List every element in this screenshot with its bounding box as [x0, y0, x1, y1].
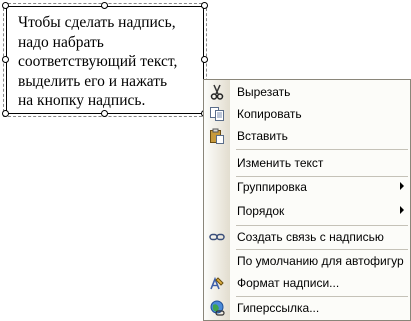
resize-handle-left[interactable]	[2, 56, 9, 63]
text-line: на кнопку надпись.	[18, 92, 146, 109]
link-icon	[209, 229, 225, 245]
resize-handle-top-left[interactable]	[2, 2, 9, 9]
resize-handle-right[interactable]	[201, 56, 208, 63]
menu-item-paste[interactable]: Вставить	[204, 125, 410, 147]
text-line: выделить его и нажать	[18, 72, 168, 90]
context-menu: Вырезать Копировать Вставить Изменить те…	[203, 79, 411, 321]
menu-item-label: Порядок	[237, 204, 285, 218]
menu-separator	[236, 149, 408, 150]
paste-icon	[209, 128, 225, 144]
menu-item-label: Изменить текст	[237, 156, 324, 170]
menu-item-label: Вырезать	[237, 85, 291, 99]
menu-item-label: Создать связь с надписью	[237, 230, 384, 244]
menu-item-label: Формат надписи...	[237, 276, 340, 290]
menu-item-format-textbox[interactable]: Формат надписи...	[204, 272, 410, 294]
text-line: соответствующий текст,	[18, 53, 178, 70]
text-box[interactable]: Чтобы сделать надпись, надо набрать соот…	[3, 3, 207, 117]
menu-item-order[interactable]: Порядок	[204, 200, 410, 222]
hyperlink-icon	[209, 300, 225, 316]
menu-item-label: Копировать	[237, 107, 302, 121]
submenu-arrow-icon	[400, 182, 404, 190]
resize-handle-top[interactable]	[101, 2, 108, 9]
menu-item-grouping[interactable]: Группировка	[204, 176, 410, 198]
menu-item-hyperlink[interactable]: Гиперссылка...	[204, 297, 410, 319]
menu-item-cut[interactable]: Вырезать	[204, 81, 410, 103]
resize-handle-bottom[interactable]	[101, 110, 108, 117]
format-icon	[209, 275, 225, 291]
menu-item-copy[interactable]: Копировать	[204, 103, 410, 125]
menu-item-label: Вставить	[237, 129, 288, 143]
menu-item-label: Группировка	[237, 180, 307, 194]
menu-item-label: Гиперссылка...	[237, 301, 320, 315]
menu-item-edit-text[interactable]: Изменить текст	[204, 152, 410, 174]
menu-item-create-link[interactable]: Создать связь с надписью	[204, 226, 410, 248]
resize-handle-bottom-left[interactable]	[2, 110, 9, 117]
text-line: Чтобы сделать надпись,	[18, 14, 176, 31]
menu-item-set-default[interactable]: По умолчанию для автофигур	[204, 250, 410, 272]
copy-icon	[209, 106, 225, 122]
menu-item-label: По умолчанию для автофигур	[237, 254, 404, 268]
submenu-arrow-icon	[400, 206, 404, 214]
text-line: надо набрать	[18, 33, 104, 51]
text-box-content[interactable]: Чтобы сделать надпись, надо набрать соот…	[18, 13, 198, 111]
resize-handle-top-right[interactable]	[201, 2, 208, 9]
scissors-icon	[209, 84, 225, 100]
